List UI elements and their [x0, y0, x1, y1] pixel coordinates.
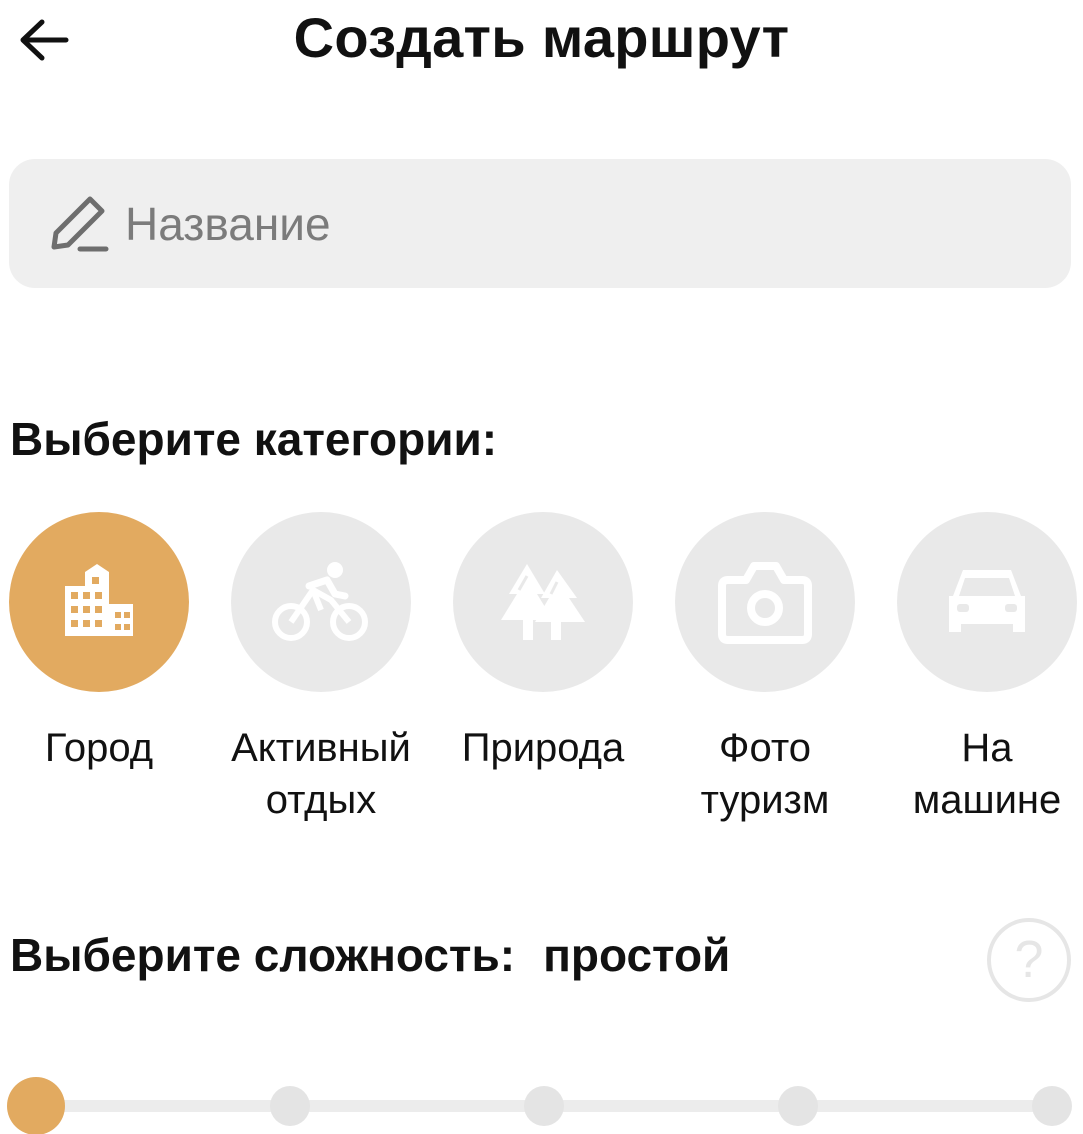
difficulty-stop[interactable] [7, 1077, 65, 1134]
trees-icon [501, 564, 585, 640]
category-active-rest-circle[interactable] [231, 512, 411, 692]
city-building-icon [65, 564, 133, 636]
category-nature[interactable]: Природа [432, 512, 654, 774]
category-by-car[interactable]: На машине [876, 512, 1083, 826]
pencil-icon [41, 188, 113, 260]
difficulty-header: Выберите сложность: простой [10, 928, 730, 982]
difficulty-stop[interactable] [524, 1086, 564, 1126]
category-label: Город [44, 726, 154, 770]
help-button[interactable]: ? [987, 918, 1071, 1002]
route-name-field[interactable] [9, 159, 1071, 288]
bicycle-icon [272, 562, 368, 641]
category-active-rest[interactable]: Активный отдых [210, 512, 432, 826]
category-city[interactable]: Город [0, 512, 210, 774]
category-by-car-circle[interactable] [897, 512, 1077, 692]
category-photo-tourism[interactable]: Фото туризм [654, 512, 876, 826]
difficulty-heading: Выберите сложность: [10, 929, 516, 981]
category-label: Фото туризм [700, 726, 830, 822]
category-photo-tourism-circle[interactable] [675, 512, 855, 692]
difficulty-slider[interactable] [7, 1077, 1072, 1134]
car-icon [949, 570, 1025, 632]
page-title: Создать маршрут [293, 6, 790, 69]
category-city-circle[interactable] [9, 512, 189, 692]
route-name-input[interactable] [125, 196, 985, 251]
difficulty-value: простой [543, 929, 731, 981]
category-list: Город Активный отдых Природа Фото туризм… [0, 512, 1083, 832]
category-label: Природа [461, 726, 625, 770]
difficulty-stop[interactable] [1032, 1086, 1072, 1126]
category-nature-circle[interactable] [453, 512, 633, 692]
category-label: Активный отдых [231, 726, 411, 822]
categories-heading: Выберите категории: [10, 413, 498, 465]
camera-icon [718, 562, 812, 644]
difficulty-stop[interactable] [270, 1086, 310, 1126]
category-label: На машине [912, 726, 1062, 822]
difficulty-stop[interactable] [778, 1086, 818, 1126]
question-circle-icon: ? [1014, 931, 1044, 989]
create-route-screen: Создать маршрут Выберите категории: [0, 0, 1083, 1134]
